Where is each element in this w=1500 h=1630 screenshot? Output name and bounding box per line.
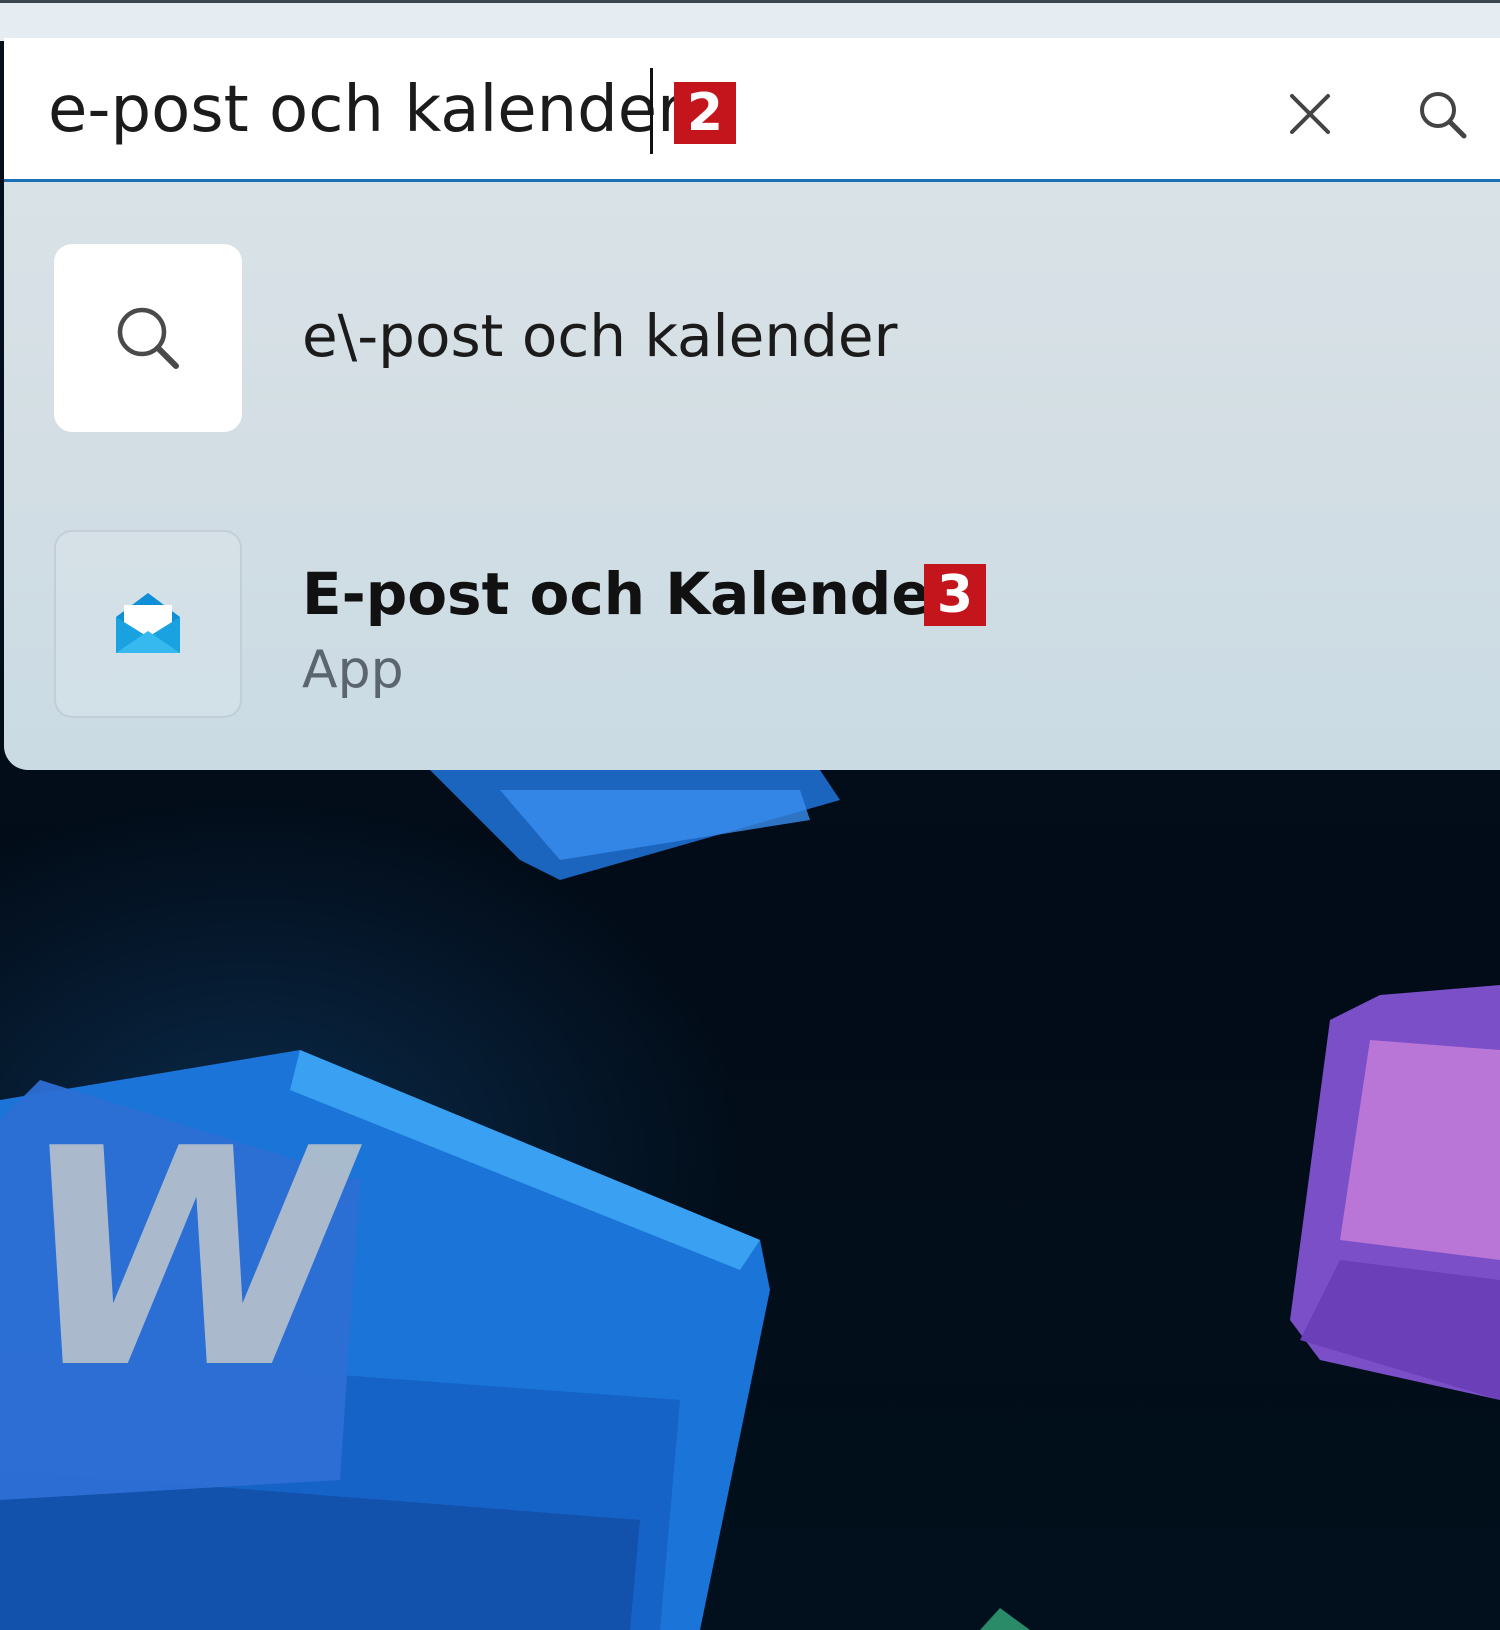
desktop-screen: W e-post och kalender 2 e\-post och kale… [0, 0, 1500, 1630]
result-type: App [302, 640, 404, 700]
clear-search-button[interactable] [1280, 84, 1340, 144]
search-button[interactable] [1412, 84, 1474, 146]
close-icon [1290, 94, 1330, 134]
step-badge: 3 [924, 564, 986, 626]
window-top-strip [0, 0, 1500, 41]
search-icon [1420, 92, 1467, 139]
result-icon-tile [54, 530, 242, 718]
mail-app-icon [116, 593, 180, 653]
text-caret [650, 68, 653, 154]
result-web-search[interactable]: e\-post och kalender [4, 244, 1500, 434]
search-icon [117, 307, 179, 369]
result-title: E-post och Kalender [302, 560, 960, 628]
search-results-panel: e\-post och kalender E-post och Kalender… [4, 182, 1500, 770]
search-input[interactable]: e-post och kalender [48, 72, 683, 148]
step-badge: 2 [674, 82, 736, 144]
word-letter: W [0, 1085, 382, 1434]
result-icon-tile [54, 244, 242, 432]
result-app-mail-calendar[interactable]: E-post och Kalender App 3 [4, 530, 1500, 720]
result-label: e\-post och kalender [302, 302, 898, 370]
